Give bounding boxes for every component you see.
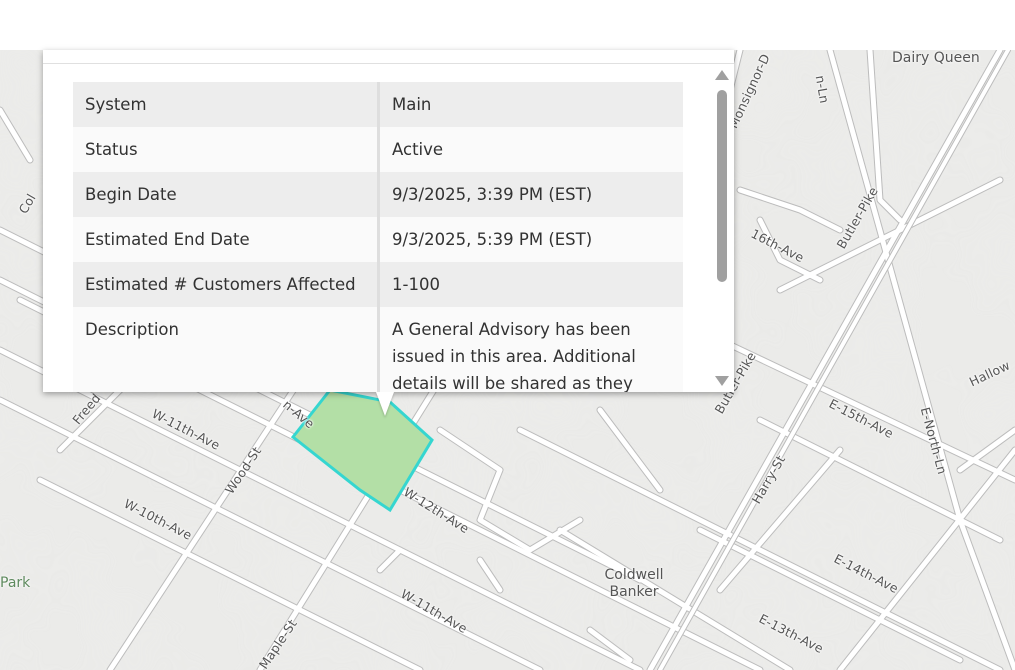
field-value: 9/3/2025, 3:39 PM (EST) [378, 172, 683, 217]
popup-scrollbar[interactable] [715, 70, 729, 388]
field-name: Estimated End Date [73, 217, 380, 262]
field-value: Main [378, 82, 683, 127]
field-name: Status [73, 127, 380, 172]
field-name: Estimated # Customers Affected [73, 262, 380, 307]
field-name: Begin Date [73, 172, 380, 217]
table-row: Begin Date 9/3/2025, 3:39 PM (EST) [73, 172, 683, 217]
table-row: Estimated End Date 9/3/2025, 5:39 PM (ES… [73, 217, 683, 262]
outage-details-table: System Main Status Active Begin Date 9/3… [73, 82, 683, 392]
scroll-thumb[interactable] [717, 90, 727, 282]
field-value: Active [378, 127, 683, 172]
poi-coldwell-banker[interactable]: Coldwell Banker [600, 567, 668, 601]
field-value: 9/3/2025, 5:39 PM (EST) [378, 217, 683, 262]
table-row: System Main [73, 82, 683, 127]
scroll-up-arrow-icon[interactable] [715, 70, 729, 80]
outage-info-popup[interactable]: System Main Status Active Begin Date 9/3… [43, 50, 734, 392]
poi-park[interactable]: Park [0, 575, 30, 592]
field-value: A General Advisory has been issued in th… [378, 307, 683, 392]
poi-dairy-queen[interactable]: Dairy Queen [892, 50, 980, 67]
table-row: Status Active [73, 127, 683, 172]
popup-content[interactable]: System Main Status Active Begin Date 9/3… [73, 82, 683, 392]
field-value: 1-100 [378, 262, 683, 307]
field-name: System [73, 82, 380, 127]
table-row: Description A General Advisory has been … [73, 307, 683, 392]
popup-pointer [376, 392, 394, 416]
table-row: Estimated # Customers Affected 1-100 [73, 262, 683, 307]
field-name: Description [73, 307, 380, 392]
scroll-down-arrow-icon[interactable] [715, 376, 729, 386]
popup-header [43, 50, 734, 64]
